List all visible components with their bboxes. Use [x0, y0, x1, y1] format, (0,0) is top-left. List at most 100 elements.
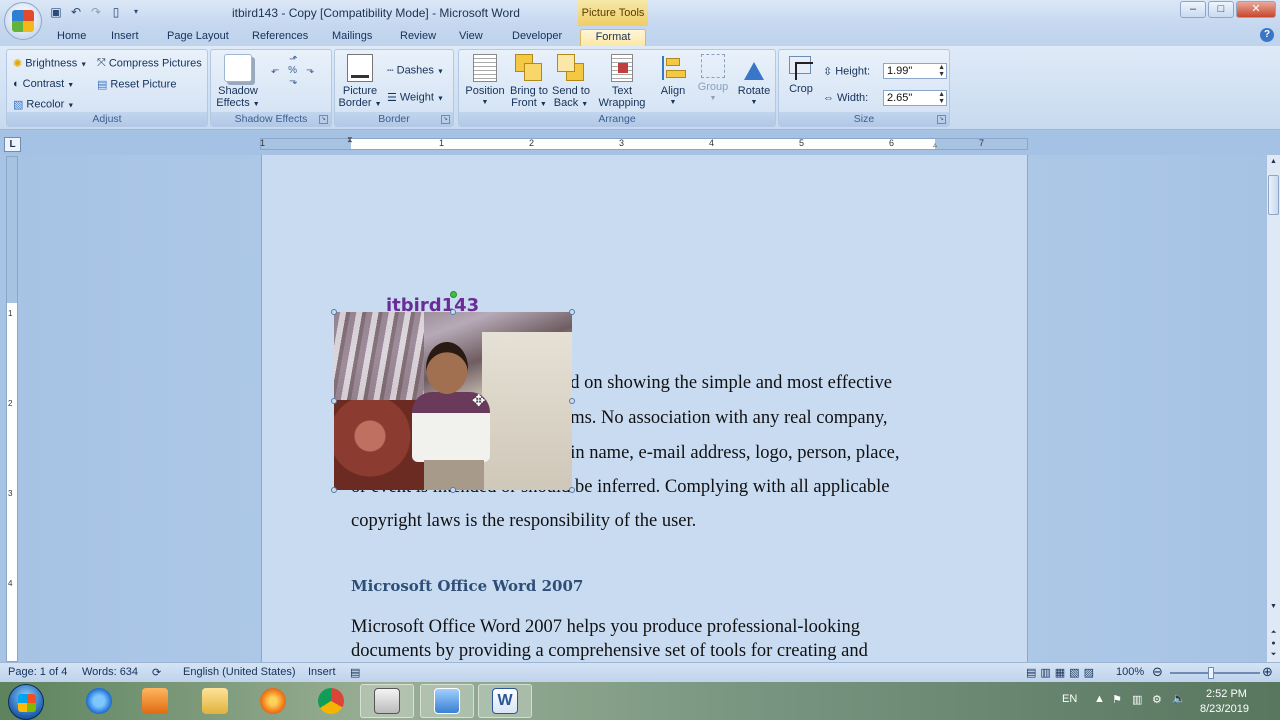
- shadow-effects-group-label: Shadow Effects: [211, 112, 331, 126]
- shadow-dialog-launcher-icon[interactable]: ↘: [319, 115, 328, 124]
- nudge-shadow-up-icon[interactable]: ⬏: [289, 54, 314, 65]
- zoom-level[interactable]: 100%: [1116, 666, 1144, 678]
- right-indent-marker-icon[interactable]: ▵: [933, 140, 937, 149]
- insert-mode-indicator[interactable]: Insert: [308, 666, 336, 678]
- zoom-slider[interactable]: [1170, 672, 1260, 674]
- zoom-out-icon[interactable]: ⊖: [1152, 664, 1163, 680]
- compress-pictures-button[interactable]: ⤧ Compress Pictures: [97, 57, 202, 70]
- previous-page-icon[interactable]: ⏶: [1268, 627, 1279, 638]
- reset-picture-button[interactable]: ▤ Reset Picture: [97, 78, 176, 91]
- height-spinner-icon[interactable]: ▲ ▼: [938, 64, 945, 78]
- taskbar-internet-explorer[interactable]: [72, 684, 126, 718]
- tab-view[interactable]: View: [451, 29, 491, 46]
- tab-mailings[interactable]: Mailings: [324, 29, 380, 46]
- firefox-icon: [260, 688, 286, 714]
- picture-border-button[interactable]: Picture Border ▼: [337, 54, 383, 111]
- taskbar-firefox[interactable]: [246, 684, 300, 718]
- taskbar-file-explorer[interactable]: [188, 684, 242, 718]
- vertical-scrollbar[interactable]: ▲ ▼ ⏶ ● ⏷: [1266, 155, 1280, 662]
- tab-developer[interactable]: Developer: [504, 29, 570, 46]
- shadow-nudge-controls[interactable]: ⬏ ⬐ % ⬎ ⬎: [271, 54, 314, 87]
- network-icon[interactable]: ▥: [1132, 693, 1142, 706]
- view-buttons[interactable]: ▤▥▦▧▨: [1026, 666, 1098, 679]
- antivirus-icon[interactable]: ⚙: [1152, 693, 1162, 706]
- scroll-up-icon[interactable]: ▲: [1268, 156, 1279, 167]
- shadow-effects-button[interactable]: Shadow Effects ▼: [215, 54, 261, 111]
- zoom-in-icon[interactable]: ⊕: [1262, 664, 1273, 680]
- taskbar-media-player[interactable]: [128, 684, 182, 718]
- save-icon[interactable]: ▣: [48, 4, 64, 20]
- new-document-icon[interactable]: ▯: [108, 4, 124, 20]
- nudge-shadow-down-icon[interactable]: ⬎: [289, 76, 314, 87]
- horizontal-ruler[interactable]: 1 1 2 3 4 5 6 7 ⧗ ▵: [260, 135, 1028, 150]
- height-input[interactable]: 1.99" ▲ ▼: [883, 63, 947, 79]
- group-button[interactable]: Group ▼: [693, 54, 733, 105]
- weight-button[interactable]: ☰ Weight ▼: [387, 91, 444, 104]
- clock-time[interactable]: 2:52 PM: [1206, 688, 1247, 700]
- customize-qat-icon[interactable]: ▾: [128, 4, 144, 20]
- document-page[interactable]: ed on showing the simple and most effect…: [262, 155, 1027, 662]
- crop-icon: [787, 54, 815, 80]
- clock-date[interactable]: 8/23/2019: [1200, 703, 1249, 715]
- bring-to-front-button[interactable]: Bring to Front ▼: [507, 54, 551, 111]
- close-button[interactable]: ✕: [1236, 1, 1276, 18]
- maximize-button[interactable]: □: [1208, 1, 1234, 18]
- crop-button[interactable]: Crop: [783, 54, 819, 95]
- next-page-icon[interactable]: ⏷: [1268, 649, 1279, 660]
- selected-picture[interactable]: [334, 312, 572, 490]
- undo-icon[interactable]: ↶: [68, 4, 84, 20]
- action-center-flag-icon[interactable]: ⚑: [1112, 693, 1122, 706]
- office-button[interactable]: [4, 2, 42, 40]
- taskbar-chrome[interactable]: [304, 684, 358, 718]
- text-line-6: Microsoft Office Word 2007 helps you pro…: [351, 617, 861, 637]
- rotate-button[interactable]: Rotate ▼: [733, 54, 775, 109]
- zoom-slider-knob[interactable]: [1208, 667, 1214, 679]
- size-dialog-launcher-icon[interactable]: ↘: [937, 115, 946, 124]
- left-indent-marker-icon[interactable]: ⧗: [347, 135, 353, 145]
- vertical-ruler[interactable]: 1 2 3 4: [6, 156, 18, 662]
- adjust-group-label: Adjust: [7, 112, 207, 126]
- minimize-button[interactable]: –: [1180, 1, 1206, 18]
- input-language[interactable]: EN: [1062, 693, 1077, 705]
- volume-icon[interactable]: 🔈: [1172, 692, 1186, 705]
- taskbar-image-viewer[interactable]: [420, 684, 474, 718]
- redo-icon[interactable]: ↷: [88, 4, 104, 20]
- tab-review[interactable]: Review: [392, 29, 444, 46]
- scroll-down-icon[interactable]: ▼: [1268, 601, 1279, 612]
- tab-page-layout[interactable]: Page Layout: [159, 29, 237, 46]
- tab-home[interactable]: Home: [49, 29, 94, 46]
- border-dialog-launcher-icon[interactable]: ↘: [441, 115, 450, 124]
- align-button[interactable]: Align ▼: [653, 54, 693, 109]
- position-button[interactable]: Position ▼: [463, 54, 507, 109]
- send-to-back-button[interactable]: Send to Back ▼: [549, 54, 593, 111]
- help-icon[interactable]: ?: [1260, 28, 1274, 42]
- browse-object-icon[interactable]: ●: [1268, 638, 1279, 649]
- rotation-handle[interactable]: [450, 291, 457, 298]
- page-count[interactable]: Page: 1 of 4: [8, 666, 67, 678]
- contrast-button[interactable]: ◐ Contrast ▼: [13, 78, 74, 90]
- width-spinner-icon[interactable]: ▲ ▼: [938, 91, 945, 105]
- language-indicator[interactable]: English (United States): [183, 666, 296, 678]
- compress-icon: ⤧: [97, 57, 106, 69]
- width-input[interactable]: 2.65" ▲ ▼: [883, 90, 947, 106]
- proofing-icon[interactable]: ⟳: [152, 666, 161, 679]
- tab-references[interactable]: References: [244, 29, 316, 46]
- shadow-on-off-icon[interactable]: %: [288, 65, 297, 76]
- word-count[interactable]: Words: 634: [82, 666, 138, 678]
- start-button[interactable]: [8, 684, 44, 720]
- show-hidden-icons-icon[interactable]: ▲: [1094, 693, 1105, 705]
- taskbar-word[interactable]: W: [478, 684, 532, 718]
- tab-selector-icon[interactable]: L: [4, 137, 21, 152]
- nudge-shadow-left-icon[interactable]: ⬐: [271, 65, 279, 76]
- brightness-button[interactable]: ✺ Brightness ▼: [13, 57, 87, 70]
- window-controls: – □ ✕: [1180, 1, 1276, 18]
- scroll-thumb[interactable]: [1268, 175, 1279, 215]
- dashes-button[interactable]: ┄ Dashes ▼: [387, 64, 444, 77]
- nudge-shadow-right-icon[interactable]: ⬎: [306, 65, 314, 76]
- dashes-icon: ┄: [387, 65, 394, 77]
- taskbar-app-window[interactable]: [360, 684, 414, 718]
- tab-insert[interactable]: Insert: [103, 29, 147, 46]
- macro-record-icon[interactable]: ▤: [350, 666, 360, 679]
- tab-format[interactable]: Format: [580, 29, 646, 46]
- recolor-button[interactable]: ▧ Recolor ▼: [13, 98, 74, 111]
